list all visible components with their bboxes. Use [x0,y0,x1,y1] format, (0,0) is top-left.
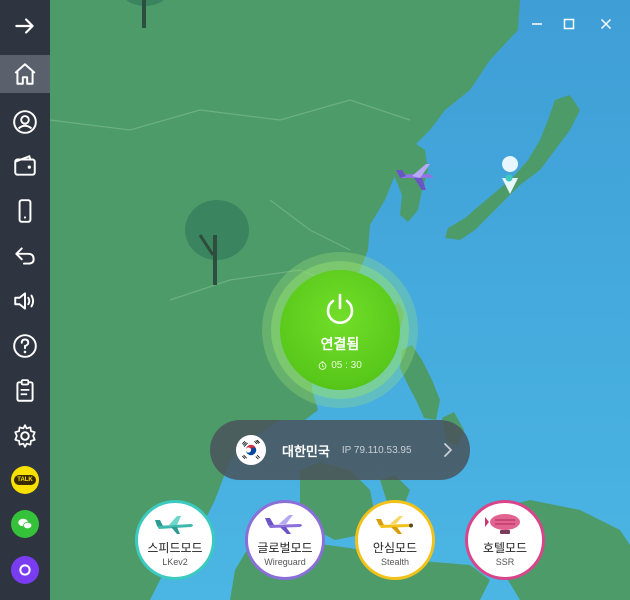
circle-app-icon [11,556,39,584]
purple-plane-icon [265,515,302,534]
sidebar-item-expand[interactable] [0,8,50,44]
close-icon [600,18,612,30]
sidebar-item-back[interactable] [0,238,50,274]
kakaotalk-label: TALK [14,475,36,485]
mode-speed-button[interactable]: 스피드모드 LKev2 [135,500,215,580]
maximize-button[interactable] [559,14,579,34]
sidebar-item-settings[interactable] [0,418,50,454]
stopwatch-icon [318,361,327,370]
country-name: 대한민국 [282,443,330,459]
mode-safe-button[interactable]: 안심모드 Stealth [355,500,435,580]
sidebar-item-home[interactable] [0,55,50,93]
home-icon [14,63,36,85]
ip-address: IP 79.110.53.95 [341,444,412,456]
vpn-app-window: TALK 연결됨 05 : 30 대한민국 IP 79.110.53.95 스피… [0,0,630,600]
minimize-button[interactable] [527,14,547,34]
sidebar-item-account[interactable] [0,104,50,140]
arrow-right-icon [15,18,34,34]
connection-timer: 05 : 30 [318,360,362,371]
mode-hotel-sub: SSR [495,557,515,567]
close-button[interactable] [596,14,616,34]
connect-button[interactable]: 연결됨 05 : 30 [280,270,400,390]
sidebar-item-help[interactable] [0,328,50,364]
yellow-plane-icon [376,516,413,534]
question-icon [13,334,37,358]
chevron-right-icon [444,443,452,457]
mode-speed-name: 스피드모드 [147,541,203,555]
sidebar-item-wechat[interactable] [0,506,50,542]
maximize-icon [563,18,575,30]
mode-hotel-name: 호텔모드 [482,541,528,555]
wallet-icon [14,154,36,176]
undo-icon [15,247,35,265]
user-icon [13,110,37,134]
gear-icon [14,424,36,448]
connection-status: 연결됨 [320,336,360,352]
blimp-icon [485,514,520,534]
mode-safe-name: 안심모드 [372,541,418,555]
mode-global-button[interactable]: 글로벌모드 Wireguard [245,500,325,580]
speaker-icon [14,292,35,310]
kakaotalk-icon: TALK [11,466,39,494]
mode-global-name: 글로벌모드 [257,541,313,555]
south-korea-flag-icon [236,435,266,465]
mode-safe-sub: Stealth [380,557,410,567]
sidebar: TALK [0,0,50,600]
minimize-icon [532,23,542,25]
wechat-icon [11,510,39,538]
mode-hotel-button[interactable]: 호텔모드 SSR [465,500,545,580]
power-icon [326,293,354,324]
mode-global-sub: Wireguard [264,557,306,567]
sidebar-item-kakaotalk[interactable]: TALK [0,462,50,498]
sidebar-item-devices[interactable] [0,193,50,229]
mode-speed-sub: LKev2 [162,557,188,567]
sidebar-item-wallet[interactable] [0,148,50,184]
clipboard-icon [16,379,34,402]
location-selector[interactable]: 대한민국 IP 79.110.53.95 [210,420,470,480]
sidebar-item-notes[interactable] [0,373,50,409]
phone-icon [18,199,32,223]
jet-plane-icon [155,516,193,534]
timer-value: 05 : 30 [331,360,362,371]
sidebar-item-other[interactable] [0,552,50,588]
sidebar-item-sound[interactable] [0,283,50,319]
